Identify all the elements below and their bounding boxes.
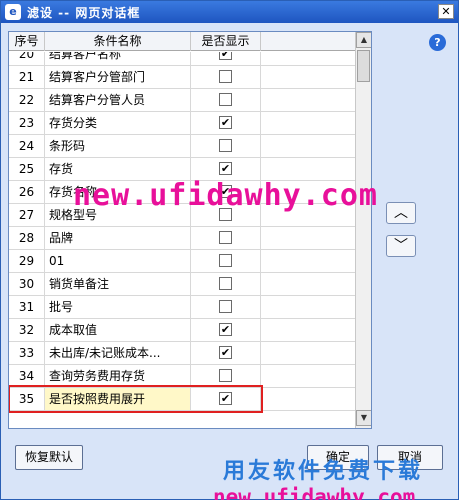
show-checkbox[interactable] — [219, 254, 232, 267]
table-row[interactable]: 23 存货分类 ✔ — [9, 112, 355, 135]
show-checkbox[interactable] — [219, 231, 232, 244]
row-condition-name[interactable]: 成本取值 — [45, 319, 191, 341]
row-show-cell: ✔ — [191, 158, 261, 180]
row-condition-name[interactable]: 批号 — [45, 296, 191, 318]
grid-rows: 20 结算客户名称 ✔ 21 结算客户分管部门 22 结算客户分管人员 23 存货分类 ✔ 24 条形… — [9, 52, 355, 428]
table-row[interactable]: 29 01 — [9, 250, 355, 273]
row-condition-name[interactable]: 存货 — [45, 158, 191, 180]
row-condition-name[interactable]: 条形码 — [45, 135, 191, 157]
watermark-download-text: 用友软件免费下载 — [223, 459, 424, 484]
row-index: 29 — [9, 250, 45, 272]
watermark-bottom-url: new.ufidawhy.com — [213, 485, 416, 500]
move-down-button[interactable]: ﹀ — [386, 235, 416, 257]
row-condition-name[interactable]: 销货单备注 — [45, 273, 191, 295]
row-show-cell — [191, 66, 261, 88]
show-checkbox[interactable] — [219, 369, 232, 382]
show-checkbox[interactable]: ✔ — [219, 346, 232, 359]
show-checkbox[interactable]: ✔ — [219, 116, 232, 129]
table-row[interactable]: 28 品牌 — [9, 227, 355, 250]
show-checkbox[interactable] — [219, 70, 232, 83]
row-index: 25 — [9, 158, 45, 180]
row-index: 32 — [9, 319, 45, 341]
show-checkbox[interactable] — [219, 93, 232, 106]
table-row[interactable]: 30 销货单备注 — [9, 273, 355, 296]
reset-default-button[interactable]: 恢复默认 — [15, 445, 83, 470]
row-condition-name[interactable]: 存货分类 — [45, 112, 191, 134]
show-checkbox[interactable]: ✔ — [219, 162, 232, 175]
scroll-up-button[interactable]: ▲ — [356, 32, 371, 48]
row-index: 26 — [9, 181, 45, 203]
row-show-cell — [191, 365, 261, 387]
title-bar: e 滤设 -- 网页对话框 ✕ — [1, 1, 458, 23]
row-condition-name[interactable]: 查询劳务费用存货 — [45, 365, 191, 387]
row-index: 33 — [9, 342, 45, 364]
dialog-window: e 滤设 -- 网页对话框 ✕ ? 序号 条件名称 是否显示 20 结算客户名称 ✔… — [0, 0, 459, 500]
row-index: 30 — [9, 273, 45, 295]
column-header-index[interactable]: 序号 — [9, 32, 45, 51]
column-header-name[interactable]: 条件名称 — [45, 32, 191, 51]
row-show-cell: ✔ — [191, 52, 261, 65]
row-index: 34 — [9, 365, 45, 387]
table-row[interactable]: 31 批号 — [9, 296, 355, 319]
column-header-show[interactable]: 是否显示 — [191, 32, 261, 51]
move-up-button[interactable]: ︿ — [386, 202, 416, 224]
close-button[interactable]: ✕ — [438, 4, 454, 19]
help-icon[interactable]: ? — [429, 34, 446, 51]
show-checkbox[interactable]: ✔ — [219, 323, 232, 336]
scroll-down-button[interactable]: ▼ — [356, 410, 371, 426]
watermark-url: new.ufidawhy.com — [73, 178, 378, 213]
row-index: 28 — [9, 227, 45, 249]
row-index: 24 — [9, 135, 45, 157]
dialog-client-area: ? 序号 条件名称 是否显示 20 结算客户名称 ✔ 21 结算客户分管部门 22 结算客户… — [5, 25, 455, 500]
row-show-cell — [191, 89, 261, 111]
grid-header: 序号 条件名称 是否显示 — [9, 32, 355, 51]
row-condition-name[interactable]: 结算客户分管部门 — [45, 66, 191, 88]
row-show-cell: ✔ — [191, 319, 261, 341]
show-checkbox[interactable]: ✔ — [219, 52, 232, 60]
row-index: 27 — [9, 204, 45, 226]
row-show-cell — [191, 250, 261, 272]
condition-grid: 序号 条件名称 是否显示 20 结算客户名称 ✔ 21 结算客户分管部门 22 结算客户分管… — [8, 31, 372, 429]
row-show-cell — [191, 273, 261, 295]
row-condition-name[interactable]: 未出库/未记账成本... — [45, 342, 191, 364]
row-index: 31 — [9, 296, 45, 318]
row-condition-name[interactable]: 01 — [45, 250, 191, 272]
row-show-cell — [191, 227, 261, 249]
scroll-thumb[interactable] — [357, 50, 370, 82]
row-index: 22 — [9, 89, 45, 111]
table-row[interactable]: 21 结算客户分管部门 — [9, 66, 355, 89]
row-condition-name[interactable]: 品牌 — [45, 227, 191, 249]
row-index: 21 — [9, 66, 45, 88]
row-show-cell: ✔ — [191, 342, 261, 364]
row-show-cell — [191, 296, 261, 318]
table-row[interactable]: 32 成本取值 ✔ — [9, 319, 355, 342]
table-row[interactable]: 22 结算客户分管人员 — [9, 89, 355, 112]
show-checkbox[interactable] — [219, 277, 232, 290]
row-show-cell — [191, 135, 261, 157]
row-index: 23 — [9, 112, 45, 134]
row-condition-name[interactable]: 结算客户分管人员 — [45, 89, 191, 111]
row-condition-name[interactable]: 结算客户名称 — [45, 52, 191, 65]
table-row[interactable]: 20 结算客户名称 ✔ — [9, 52, 355, 66]
ie-icon: e — [5, 4, 21, 20]
show-checkbox[interactable] — [219, 139, 232, 152]
table-row[interactable]: 24 条形码 — [9, 135, 355, 158]
show-checkbox[interactable] — [219, 300, 232, 313]
selected-row-highlight — [9, 385, 263, 413]
row-show-cell: ✔ — [191, 112, 261, 134]
window-title: 滤设 -- 网页对话框 — [27, 6, 141, 20]
table-row[interactable]: 33 未出库/未记账成本... ✔ — [9, 342, 355, 365]
row-index: 20 — [9, 52, 45, 65]
vertical-scrollbar[interactable]: ▲ ▼ — [355, 32, 371, 428]
